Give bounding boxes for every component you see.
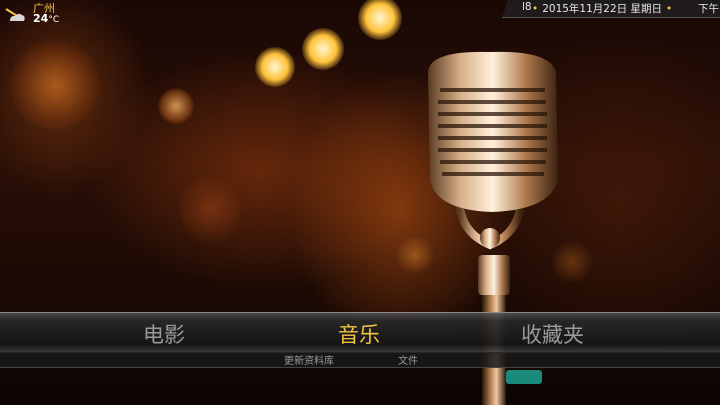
weather-widget[interactable]: 广州 24°C xyxy=(0,0,70,26)
menu-item-movies[interactable]: 电影 xyxy=(143,319,185,349)
date-time-bar: l8 • 2015年11月22日 星期日 • 下午 xyxy=(502,0,720,18)
menu-item-favourites[interactable]: 收藏夹 xyxy=(521,319,584,349)
bokeh-light xyxy=(302,28,344,70)
partly-cloudy-icon xyxy=(5,8,25,21)
submenu-files[interactable]: 文件 xyxy=(398,352,418,367)
weather-temperature: 24°C xyxy=(33,12,60,25)
bokeh-light xyxy=(158,88,194,124)
bokeh-light xyxy=(10,40,100,130)
bokeh-light xyxy=(180,170,240,250)
bokeh-light xyxy=(358,0,402,40)
temperature-unit: °C xyxy=(48,15,60,25)
submenu-update-library[interactable]: 更新资料库 xyxy=(284,352,334,367)
menu-item-music[interactable]: 音乐 xyxy=(338,319,380,349)
bokeh-light xyxy=(255,47,295,87)
clock-date: • 2015年11月22日 星期日 • xyxy=(532,3,673,15)
clock-ampm-partial: 下午 xyxy=(698,3,719,15)
home-sub-menu: 更新资料库 文件 xyxy=(0,352,720,368)
home-main-menu: 电影 音乐 收藏夹 xyxy=(0,312,720,353)
